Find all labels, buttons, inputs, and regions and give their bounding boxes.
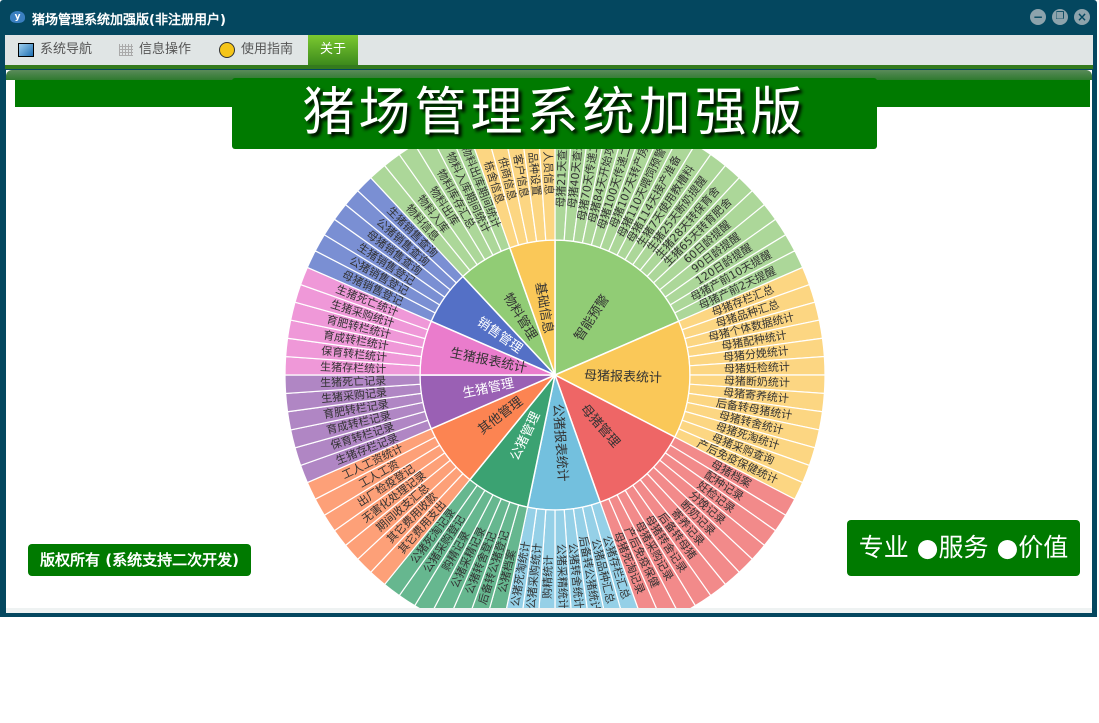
app-window: y 猪场管理系统加强版(非注册用户) − ❐ × 系统导航 信息操作 使用指南 … (0, 0, 1097, 617)
title-bar: y 猪场管理系统加强版(非注册用户) − ❐ × (0, 0, 1097, 35)
menu-user-guide[interactable]: 使用指南 (219, 35, 293, 65)
close-button[interactable]: × (1074, 9, 1090, 25)
sunburst-leaf-label[interactable]: 生猪死亡记录 (320, 373, 386, 389)
minimize-button[interactable]: − (1030, 9, 1046, 25)
restore-button[interactable]: ❐ (1052, 9, 1068, 25)
menu-label: 关于 (320, 42, 347, 57)
menu-label: 信息操作 (139, 42, 192, 57)
sunburst-group-label[interactable]: 母猪报表统计 (584, 368, 662, 386)
menu-info-ops[interactable]: 信息操作 (119, 35, 191, 65)
menu-about[interactable]: 关于 (308, 35, 359, 65)
menu-label: 使用指南 (241, 42, 294, 57)
slogan-badge: 专业 ●服务 ●价值 (847, 520, 1080, 576)
status-strip (6, 608, 1092, 613)
grid-icon (119, 44, 133, 56)
menu-bar: 系统导航 信息操作 使用指南 关于 (5, 35, 1093, 65)
content-panel: 智能预警 母猪21天查返 母猪40天查返 母猪70天传递二胎 母猪84天开始攻胎 母猪10… (6, 70, 1092, 608)
sunburst-leaf-label[interactable]: 母猪妊检统计 (724, 359, 790, 375)
banner-title: 猪场管理系统加强版 (232, 78, 877, 149)
app-logo-icon: y (10, 11, 25, 23)
divider (5, 65, 1093, 69)
sunburst-leaf-label[interactable]: 公猪采精统计 (554, 544, 569, 608)
sunburst-leaf-label[interactable]: 人员信息 (541, 151, 556, 195)
menu-system-nav[interactable]: 系统导航 (18, 35, 92, 65)
help-icon (219, 42, 235, 58)
menu-label: 系统导航 (40, 42, 93, 57)
copyright-badge: 版权所有 (系统支持二次开发) (28, 544, 251, 576)
window-title: 猪场管理系统加强版(非注册用户) (32, 13, 226, 28)
monitor-icon (18, 43, 34, 57)
